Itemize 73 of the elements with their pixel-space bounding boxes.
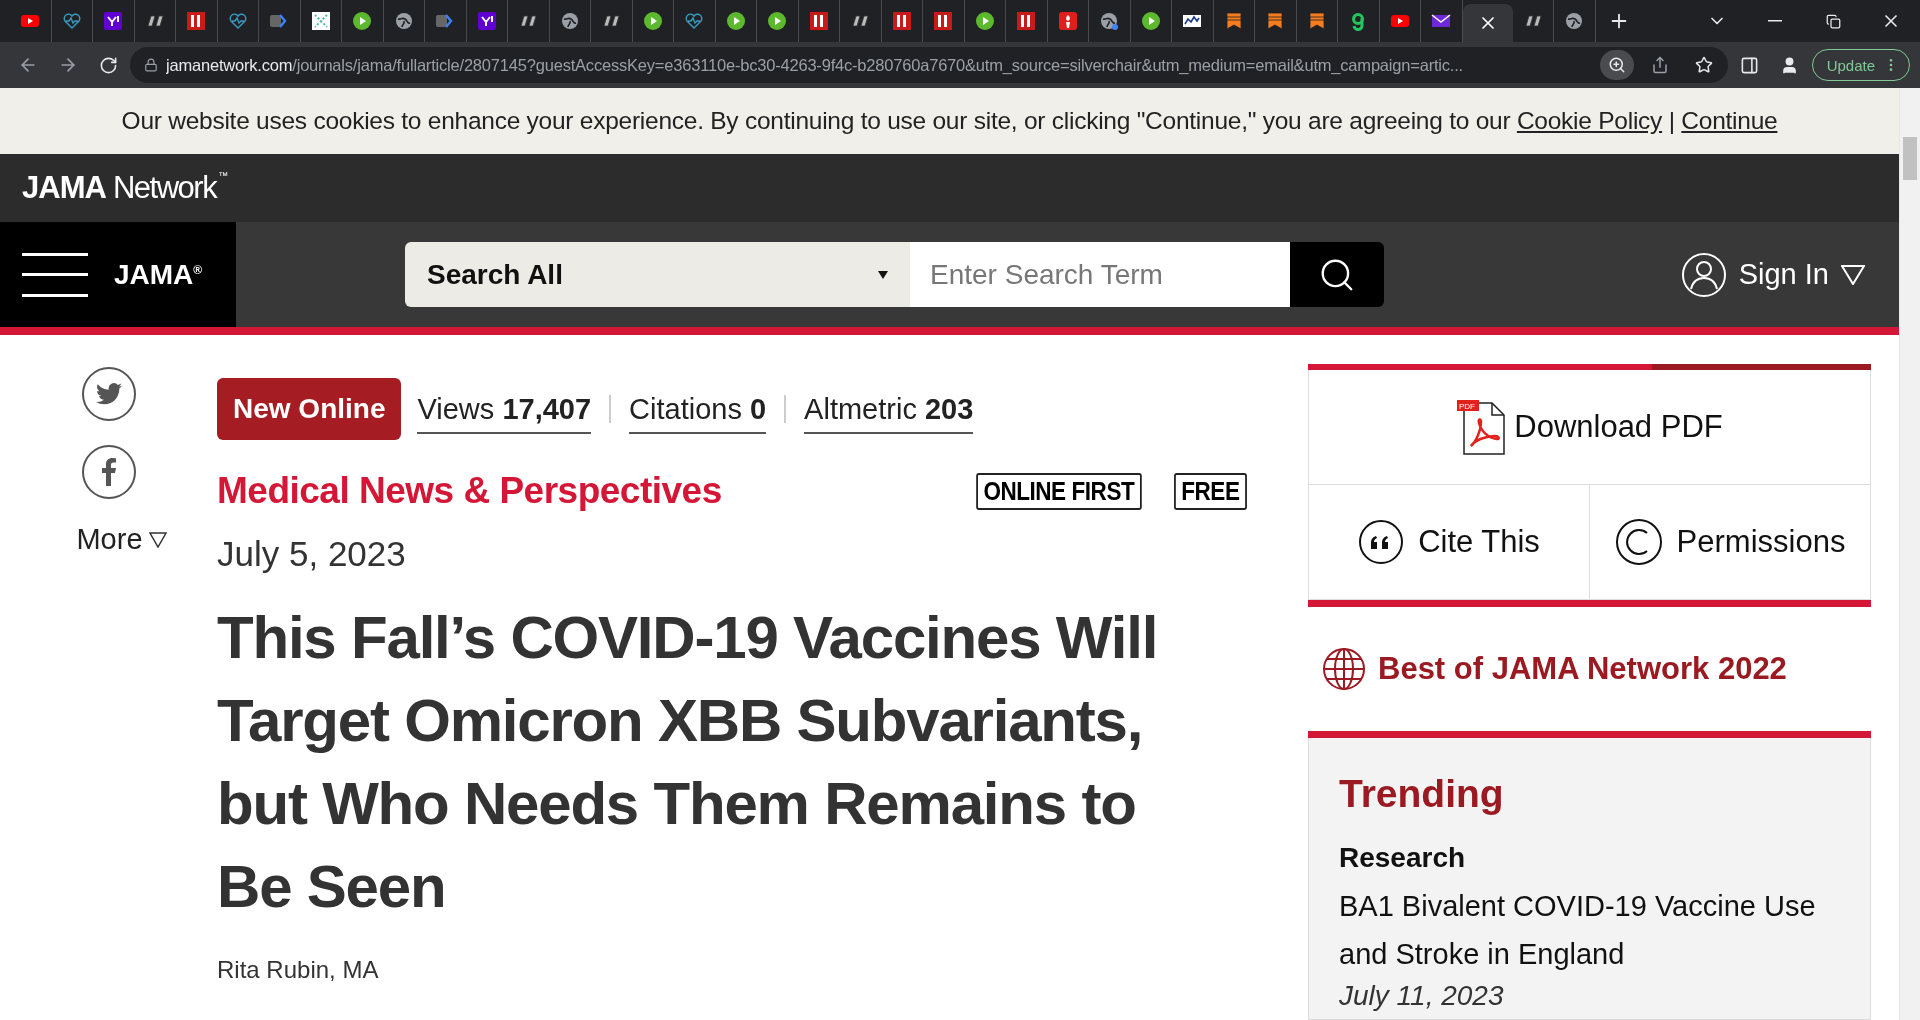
share-icon xyxy=(1650,56,1669,74)
trending-heading: Trending xyxy=(1339,772,1505,816)
globe-icon xyxy=(393,11,414,31)
globe-icon xyxy=(1322,647,1366,691)
square-logo-icon xyxy=(476,11,497,31)
search-scope-dropdown[interactable]: Search All xyxy=(405,242,910,307)
square-logo-icon xyxy=(103,11,124,31)
heart-pulse-icon xyxy=(684,11,705,31)
globe-icon xyxy=(1564,11,1585,31)
sign-in-button[interactable]: Sign In xyxy=(1674,250,1871,299)
reload-icon xyxy=(98,55,118,75)
article-link[interactable]: BA1 Bivalent COVID-19 Vaccine Use and Stroke in England xyxy=(1339,882,1840,978)
heart-pulse-icon xyxy=(61,11,82,31)
author-name: Rita Rubin, MA xyxy=(217,956,380,984)
facebook-share-button[interactable] xyxy=(81,445,136,499)
copyright-icon xyxy=(1614,518,1663,566)
side-panel-icon xyxy=(1740,55,1760,75)
facebook-icon xyxy=(101,458,116,486)
triangle-down-icon xyxy=(148,531,167,548)
more-share-button[interactable]: More xyxy=(76,523,167,556)
globe-icon xyxy=(1099,11,1120,31)
permissions-button[interactable]: Permissions xyxy=(1590,485,1871,600)
metric-link[interactable]: Altmetric 203 xyxy=(804,392,974,434)
metric-link[interactable]: Views 17,407 xyxy=(417,392,592,434)
torch-icon xyxy=(1057,11,1078,31)
square-logo-icon xyxy=(891,11,912,31)
menu-button[interactable] xyxy=(22,252,88,297)
user-icon xyxy=(1680,251,1727,298)
cookie-policy-link[interactable]: Cookie Policy xyxy=(1516,107,1663,135)
cite-button[interactable]: Cite This xyxy=(1308,485,1590,600)
play-circle-icon xyxy=(352,11,373,31)
dropdown-arrow-icon xyxy=(878,270,888,279)
continue-link[interactable]: Continue xyxy=(1681,107,1778,135)
play-circle-icon xyxy=(767,11,788,31)
search-field[interactable]: Enter Search Term xyxy=(910,242,1290,307)
heart-pulse-icon xyxy=(227,11,248,31)
zoom-button[interactable] xyxy=(1599,50,1634,80)
metric-link[interactable]: Citations 0 xyxy=(629,392,767,434)
play-circle-icon xyxy=(642,11,663,31)
globe-icon xyxy=(559,11,580,31)
grid-logo-icon xyxy=(310,11,331,31)
play-circle-icon xyxy=(1140,11,1161,31)
restore-icon xyxy=(1825,13,1841,29)
article-tag: ONLINE FIRST xyxy=(975,472,1142,510)
download-pdf-button[interactable]: PDF Download PDF xyxy=(1308,370,1871,485)
zoom-icon xyxy=(1607,56,1626,74)
twitter-bird-icon xyxy=(95,383,122,405)
article-tag: FREE xyxy=(1174,472,1247,510)
journal-logo[interactable]: JAMA$^{®}$ xyxy=(114,258,203,291)
article-title: This Fall’s COVID-19 Vaccines Will Target Omicron XBB Subvariants, but Who Needs Them Remains to Be Seen xyxy=(217,603,1159,922)
network-logo[interactable]: JAMA Network$^{™}$ xyxy=(22,170,227,206)
scrollbar[interactable] xyxy=(1899,88,1920,1020)
triangle-down-icon xyxy=(1841,264,1865,285)
minimize-icon xyxy=(1768,20,1782,22)
section-link[interactable]: Medical News & Perspectives xyxy=(217,470,722,512)
browser-tab[interactable] xyxy=(1462,4,1513,42)
square-logo-icon xyxy=(808,11,829,31)
new-online-badge: New Online xyxy=(217,378,402,440)
twitter-share-button[interactable] xyxy=(81,367,136,421)
square-logo-icon xyxy=(933,11,954,31)
scroll-thumb[interactable] xyxy=(1903,137,1917,180)
square-logo-icon xyxy=(1016,11,1037,31)
play-circle-icon xyxy=(725,11,746,31)
publish-date: July 5, 2023 xyxy=(217,534,407,574)
article-date: July 11, 2023 xyxy=(1339,980,1505,1012)
square-logo-icon xyxy=(186,11,207,31)
quote-icon xyxy=(1358,519,1405,565)
star-icon xyxy=(1694,56,1713,74)
cookie-notice: Our website uses cookies to enhance your experience. By continuing to use our site, or clicking "Continue," you are agreeing to our Cookie Policy | Continue xyxy=(0,88,1899,154)
category-label: Research xyxy=(1339,842,1467,874)
lock-icon xyxy=(144,58,158,72)
play-circle-icon xyxy=(974,11,995,31)
search-button[interactable] xyxy=(1290,242,1384,307)
